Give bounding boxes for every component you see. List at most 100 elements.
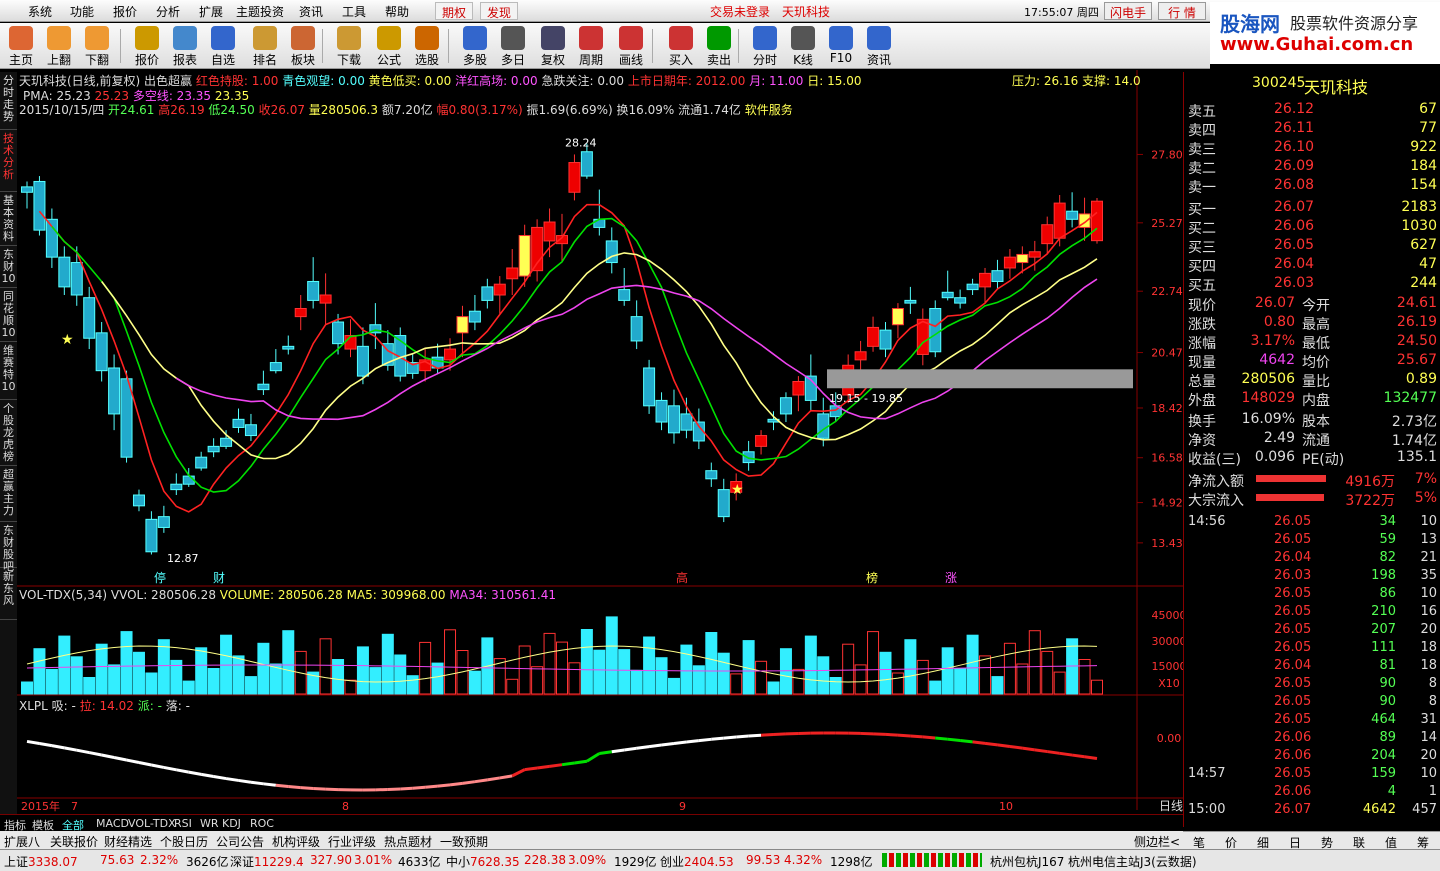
extension-tab-7[interactable]: 热点题材	[384, 833, 432, 850]
chart-canvas[interactable]: 27.80 25.27 22.74 20.47 18.42 16.58 14.92 13.43…	[17, 70, 1183, 825]
toolbar-home-button[interactable]: 主页	[2, 25, 40, 67]
candle[interactable]	[966, 278, 979, 295]
toolbar-draw-line-button[interactable]: 画线	[612, 25, 650, 67]
toolbar-formula-button[interactable]: 公式	[370, 25, 408, 67]
bar-sector[interactable]: 软件服务	[745, 103, 793, 117]
menu-tools[interactable]: 工具	[342, 3, 366, 20]
candle[interactable]	[207, 438, 220, 458]
sidebar-toggle-button[interactable]: 侧边栏<	[1134, 833, 1180, 850]
event-mark[interactable]: 停	[154, 570, 166, 585]
toolbar-sector-button[interactable]: 板块	[284, 25, 322, 67]
left-tab-9[interactable]: 新东风	[0, 568, 17, 620]
toolbar-quote-button[interactable]: 报价	[128, 25, 166, 67]
candle[interactable]	[257, 370, 270, 396]
toolbar-report-button[interactable]: 报表	[166, 25, 204, 67]
left-tab-3[interactable]: 东财10	[0, 246, 17, 288]
candle[interactable]	[680, 397, 693, 439]
candle[interactable]	[879, 322, 892, 358]
candle[interactable]	[1003, 249, 1016, 279]
toolbar-multi-day-button[interactable]: 多日	[494, 25, 532, 67]
xlpl-title[interactable]: XLPL	[19, 699, 48, 713]
left-tab-1[interactable]: 技术分析	[0, 130, 17, 192]
event-mark[interactable]: 财	[213, 571, 225, 585]
toolbar-page-up-button[interactable]: 上翻	[40, 25, 78, 67]
toolbar-period-button[interactable]: 周期	[572, 25, 610, 67]
tab-discover[interactable]: 发现	[480, 2, 519, 20]
toolbar-watchlist-button[interactable]: 自选	[204, 25, 242, 67]
indicator-tab-6[interactable]: WR	[200, 817, 219, 830]
candle[interactable]	[655, 392, 668, 431]
candle[interactable]	[419, 349, 432, 382]
candle[interactable]	[307, 257, 320, 309]
candle[interactable]	[58, 246, 71, 295]
candle[interactable]	[145, 511, 158, 555]
toolbar-ranking-button[interactable]: 排名	[246, 25, 284, 67]
candle[interactable]	[792, 376, 805, 412]
vol-title[interactable]: VOL-TDX(5,34)	[19, 588, 107, 602]
event-mark[interactable]: 涨	[945, 570, 957, 585]
candle[interactable]	[269, 349, 282, 374]
event-mark[interactable]: 高	[676, 570, 688, 585]
left-tab-4[interactable]: 同花顺10	[0, 288, 17, 342]
candle[interactable]	[132, 489, 145, 512]
toolbar-kline-button[interactable]: K线	[784, 25, 822, 67]
extension-tab-1[interactable]: 关联报价	[50, 833, 98, 850]
toolbar-multi-stock-button[interactable]: 多股	[456, 25, 494, 67]
candle[interactable]	[120, 370, 133, 463]
candle[interactable]	[506, 249, 519, 295]
candle[interactable]	[45, 208, 58, 268]
menu-extend[interactable]: 扩展	[199, 3, 223, 20]
event-mark[interactable]: 榜	[866, 570, 878, 585]
candle[interactable]	[568, 154, 581, 201]
menu-system[interactable]: 系统	[28, 3, 52, 20]
candle[interactable]	[543, 208, 556, 258]
candle[interactable]	[755, 430, 768, 455]
candle[interactable]	[705, 462, 718, 487]
extension-tab-6[interactable]: 行业评级	[328, 833, 376, 850]
candle[interactable]	[854, 340, 867, 371]
candles[interactable]	[21, 143, 1103, 555]
candle[interactable]	[1091, 197, 1103, 244]
candle[interactable]	[244, 413, 257, 441]
menu-function[interactable]: 功能	[70, 3, 94, 20]
period-label[interactable]: 日线	[1159, 799, 1183, 813]
server-main[interactable]: 杭州电信主站J3(云数据)	[1068, 853, 1197, 870]
left-tab-8[interactable]: 东财股吧	[0, 522, 17, 573]
candle[interactable]	[667, 389, 680, 444]
left-tab-7[interactable]: 超赢主力	[0, 466, 17, 522]
candle[interactable]	[344, 319, 357, 358]
candle[interactable]	[941, 270, 954, 301]
candle[interactable]	[916, 308, 929, 366]
toolbar-buy-button[interactable]: 买入	[662, 25, 700, 67]
candle[interactable]	[779, 392, 792, 423]
candle[interactable]	[1066, 192, 1079, 228]
candle[interactable]	[406, 354, 419, 379]
candle[interactable]	[220, 430, 233, 450]
quote-button[interactable]: 行 情	[1158, 2, 1206, 20]
toolbar-stock-picker-button[interactable]: 选股	[408, 25, 446, 67]
server-name[interactable]: 杭州包杭J167	[990, 853, 1064, 870]
flash-trade-button[interactable]: 闪电手	[1104, 2, 1152, 20]
indicator-tab-4[interactable]: VOL-TDX	[128, 817, 176, 830]
candle[interactable]	[170, 473, 183, 496]
indicator-tab-7[interactable]: KDJ	[222, 817, 241, 830]
toolbar-download-button[interactable]: 下载	[330, 25, 368, 67]
indicator-tab-8[interactable]: ROC	[250, 817, 274, 830]
extension-tab-4[interactable]: 公司公告	[216, 833, 264, 850]
candle[interactable]	[282, 335, 295, 355]
candle[interactable]	[33, 176, 46, 236]
candle[interactable]	[319, 273, 332, 325]
trade-login-status[interactable]: 交易未登录	[710, 3, 770, 20]
menu-help[interactable]: 帮助	[385, 3, 409, 20]
candle[interactable]	[630, 300, 643, 350]
candle[interactable]	[692, 408, 705, 450]
candle[interactable]	[954, 289, 967, 309]
menu-quote[interactable]: 报价	[113, 3, 137, 20]
left-tab-5[interactable]: 维赛特10	[0, 342, 17, 400]
extension-tab-8[interactable]: 一致预期	[440, 833, 488, 850]
candle[interactable]	[929, 300, 942, 358]
candle[interactable]	[991, 259, 1004, 290]
candle[interactable]	[95, 322, 108, 382]
candle[interactable]	[717, 478, 730, 523]
left-tab-6[interactable]: 个股龙虎榜	[0, 400, 17, 466]
